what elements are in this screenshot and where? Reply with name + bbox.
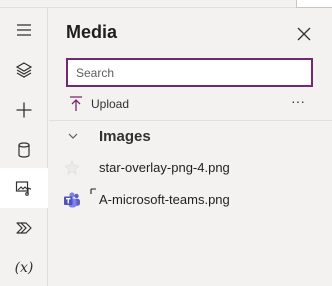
mouse-cursor-icon [90,188,96,194]
divider [49,120,332,121]
images-group-header[interactable]: Images [49,126,332,148]
close-icon [297,27,311,41]
star-image-icon [64,160,80,175]
rail-insert-button[interactable] [0,90,48,130]
search-input[interactable] [66,58,313,87]
hamburger-icon [17,24,31,36]
media-file-item[interactable]: star-overlay-png-4.png [49,157,332,181]
layers-icon [15,62,33,78]
teams-logo-icon [64,192,80,208]
top-strip-segment [296,0,332,8]
images-group-label: Images [99,128,151,145]
upload-label: Upload [91,97,130,111]
close-button[interactable] [294,24,314,44]
top-strip [0,0,332,8]
upload-button[interactable]: Upload [69,94,129,114]
panel-title: Media [66,22,118,42]
rail-tree-view-button[interactable] [0,50,48,90]
database-icon [18,142,30,158]
upload-icon [70,96,82,111]
media-file-item[interactable]: A-microsoft-teams.png [49,188,332,213]
rail-variables-button[interactable]: (x) [0,248,48,286]
rail-menu-button[interactable] [0,10,48,50]
more-options-button[interactable]: ··· [289,93,307,109]
rail-media-button[interactable] [0,168,48,208]
chevron-down-icon [68,133,78,139]
media-panel: Media Upload ··· Images star-overlay-png… [49,8,332,286]
media-icon [15,181,32,196]
rail-power-automate-button[interactable] [0,208,48,248]
file-name: star-overlay-png-4.png [99,160,230,175]
plus-icon [16,102,32,118]
rail-data-button[interactable] [0,130,48,170]
variables-icon: (x) [14,260,34,276]
file-name: A-microsoft-teams.png [99,192,230,207]
left-rail: (x) [0,8,48,286]
power-automate-icon [16,222,32,234]
